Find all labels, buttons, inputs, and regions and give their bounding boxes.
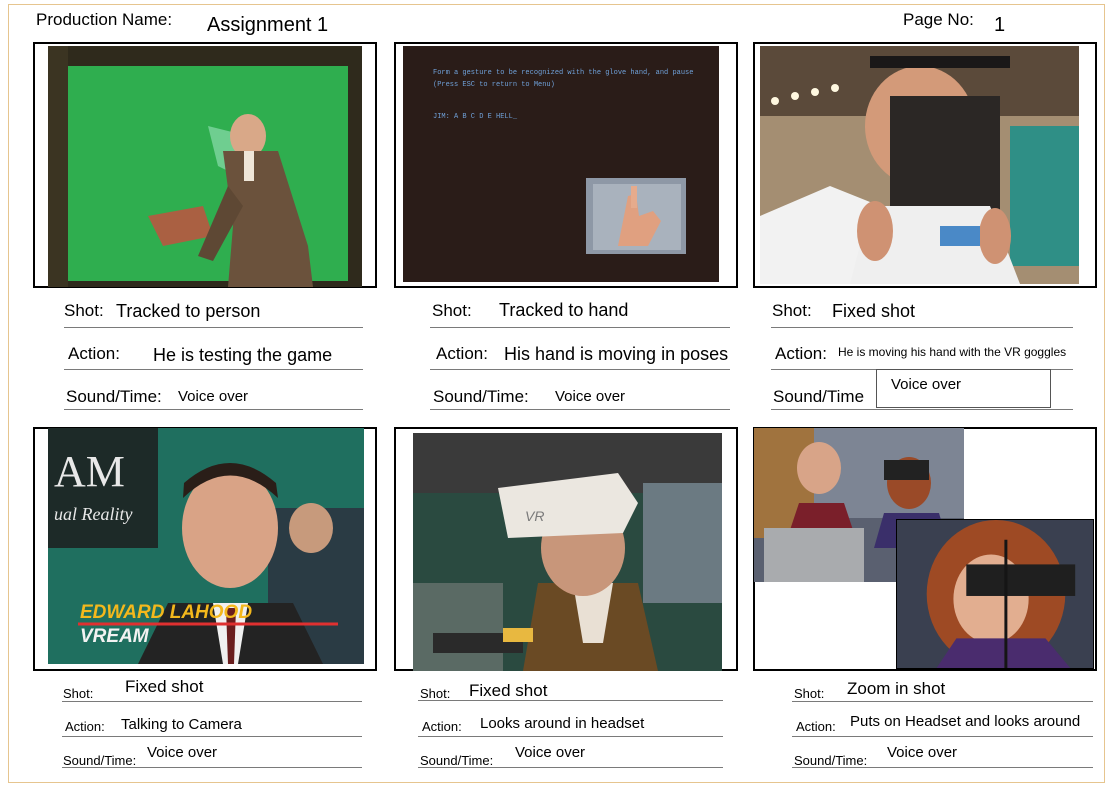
panel-6-action-line xyxy=(792,736,1093,737)
panel-5-action-line xyxy=(418,736,723,737)
panel-1-sound-label: Sound/Time: xyxy=(66,387,162,406)
production-name-label: Production Name: xyxy=(36,10,173,29)
panel-1-action-label: Action: xyxy=(68,344,120,363)
frame-3-image xyxy=(760,46,1079,284)
frame-5-image: VR xyxy=(413,433,722,671)
panel-4-shot-label: Shot: xyxy=(63,686,94,701)
panel-5-action-value: Looks around in headset xyxy=(480,715,645,732)
caption-org: VREAM xyxy=(80,626,150,647)
panel-1-action-line xyxy=(64,369,363,370)
sign-text-1: AM xyxy=(54,447,125,496)
caption-name: EDWARD LAHOOD xyxy=(80,602,252,623)
panel-2-action-label: Action: xyxy=(436,344,488,363)
panel-5-sound-line xyxy=(418,767,723,768)
panel-4-shot-value: Fixed shot xyxy=(125,677,204,696)
panel-6-action-value: Puts on Headset and looks around xyxy=(850,713,1081,730)
panel-6-shot-value: Zoom in shot xyxy=(847,679,946,698)
sign-text-2: ual Reality xyxy=(54,504,132,524)
panel-3-shot-label: Shot: xyxy=(772,301,812,320)
production-name-value: Assignment 1 xyxy=(207,14,329,36)
panel-4-action-line xyxy=(62,736,362,737)
panel-6-shot-line xyxy=(792,701,1093,702)
screen-text-line-3: JIM: A B C D E HELL_ xyxy=(433,113,518,121)
panel-1-shot-label: Shot: xyxy=(64,301,104,320)
panel-5-shot-line xyxy=(418,700,723,701)
headset-text: VR xyxy=(525,508,544,524)
panel-2-action-value: His hand is moving in poses xyxy=(504,344,729,364)
panel-3-sound-line xyxy=(771,409,1073,410)
panel-4-sound-value: Voice over xyxy=(147,744,218,761)
panel-6-action-label: Action: xyxy=(796,719,836,734)
panel-1-sound-line xyxy=(64,409,363,410)
panel-3-shot-value: Fixed shot xyxy=(832,301,916,321)
panel-4-sound-line xyxy=(62,767,362,768)
frame-6b-image xyxy=(896,519,1094,669)
frame-1-image xyxy=(48,46,362,287)
panel-4-action-label: Action: xyxy=(65,719,105,734)
panel-3-action-label: Action: xyxy=(775,344,827,363)
panel-4-action-value: Talking to Camera xyxy=(121,716,242,733)
panel-6-sound-label: Sound/Time: xyxy=(794,753,868,768)
panel-2-action-line xyxy=(430,369,730,370)
page-number-label: Page No: xyxy=(903,10,974,29)
panel-3-action-value: He is moving his hand with the VR goggle… xyxy=(838,345,1067,359)
panel-6-sound-line xyxy=(792,767,1093,768)
panel-2-sound-label: Sound/Time: xyxy=(433,387,529,406)
page-number-value: 1 xyxy=(994,14,1006,36)
panel-4-shot-line xyxy=(62,701,362,702)
panel-5-sound-label: Sound/Time: xyxy=(420,753,494,768)
panel-1-shot-value: Tracked to person xyxy=(116,301,261,321)
panel-5-action-label: Action: xyxy=(422,719,462,734)
panel-1-shot-line xyxy=(64,327,363,328)
panel-2-sound-value: Voice over xyxy=(555,388,626,405)
panel-2-shot-value: Tracked to hand xyxy=(499,300,629,320)
panel-2-sound-line xyxy=(430,409,730,410)
panel-4-sound-label: Sound/Time: xyxy=(63,753,137,768)
panel-5-sound-value: Voice over xyxy=(515,744,586,761)
panel-2-shot-line xyxy=(430,327,730,328)
panel-6-shot-label: Shot: xyxy=(794,686,825,701)
panel-3-shot-line xyxy=(771,327,1073,328)
panel-3-sound-label: Sound/Time xyxy=(773,387,865,406)
panel-5-shot-label: Shot: xyxy=(420,686,451,701)
frame-2-image: Form a gesture to be recognized with the… xyxy=(403,46,719,282)
screen-text-line-1: Form a gesture to be recognized with the… xyxy=(433,69,693,77)
panel-1-action-value: He is testing the game xyxy=(153,345,333,365)
frame-4-image: AM ual Reality EDWARD LAHOOD VREAM xyxy=(48,428,364,664)
panel-6-sound-value: Voice over xyxy=(887,744,958,761)
panel-3-sound-value-box: Voice over xyxy=(876,369,1051,408)
panel-5-shot-value: Fixed shot xyxy=(469,681,548,700)
panel-1-sound-value: Voice over xyxy=(178,388,249,405)
screen-text-line-2: (Press ESC to return to Menu) xyxy=(433,81,555,89)
panel-2-shot-label: Shot: xyxy=(432,301,472,320)
